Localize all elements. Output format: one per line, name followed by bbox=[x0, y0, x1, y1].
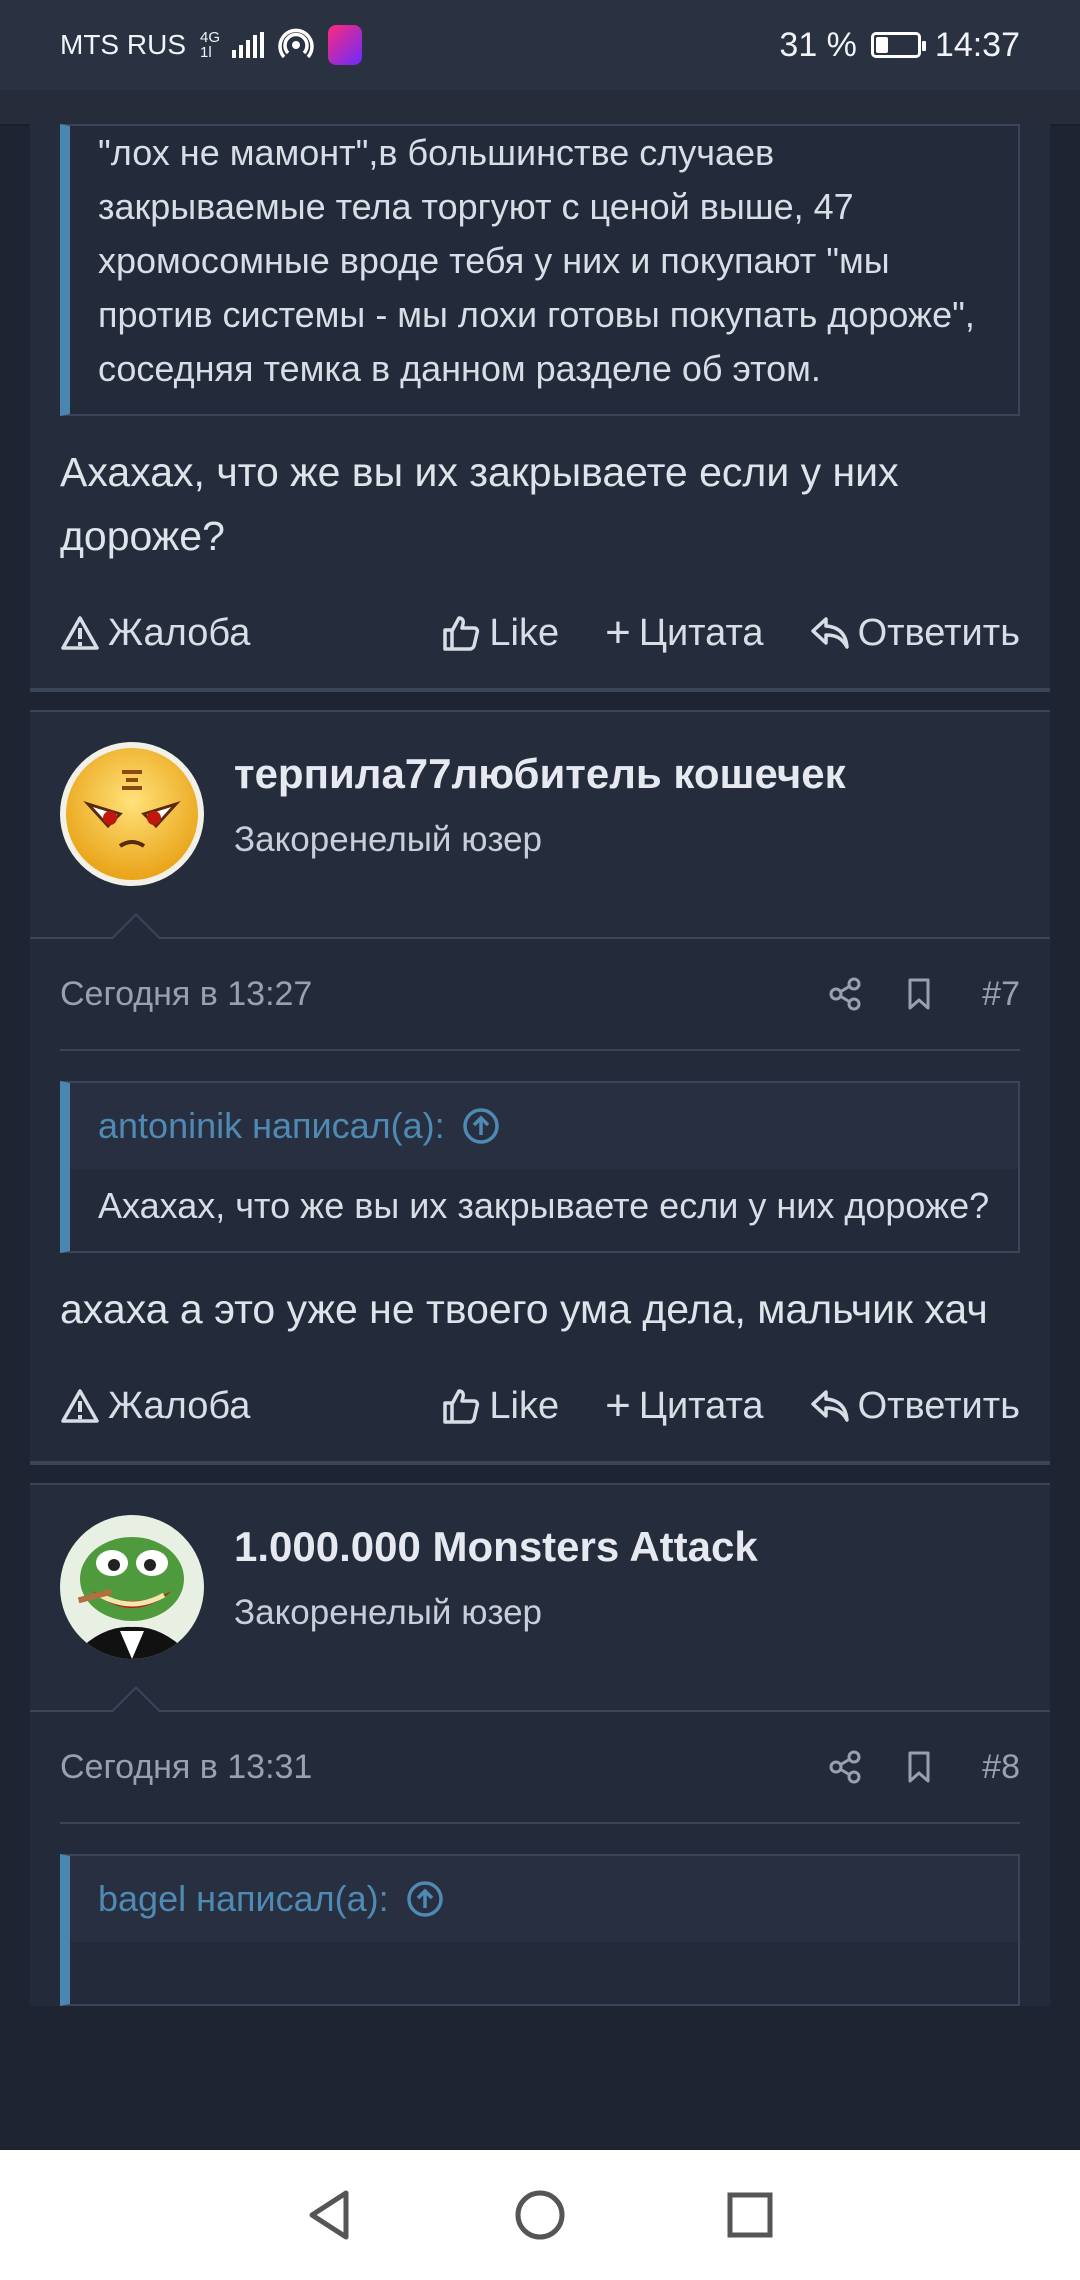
post-user: терпила77любитель кошечек Закоренелый юз… bbox=[30, 712, 1050, 940]
bookmark-icon bbox=[908, 978, 930, 1010]
share-icon bbox=[829, 1750, 861, 1784]
post-user: 1.000.000 Monsters Attack Закоренелый юз… bbox=[30, 1485, 1050, 1713]
quote-author[interactable]: bagel написал(а): bbox=[98, 1878, 389, 1920]
post-date[interactable]: Сегодня в 13:27 bbox=[60, 975, 312, 1014]
reply-button[interactable]: Ответить bbox=[810, 1385, 1020, 1428]
avatar[interactable] bbox=[60, 742, 204, 886]
quote-button[interactable]: + Цитата bbox=[605, 1381, 764, 1430]
plus-icon: + bbox=[605, 1381, 631, 1430]
user-notch bbox=[110, 1686, 162, 1713]
post-number[interactable]: #7 bbox=[982, 975, 1020, 1014]
username[interactable]: терпила77любитель кошечек bbox=[234, 750, 846, 798]
like-label: Like bbox=[489, 1384, 560, 1427]
post-date[interactable]: Сегодня в 13:31 bbox=[60, 1748, 312, 1787]
post-quote: "лох не мамонт",в большинстве случаев за… bbox=[60, 124, 1020, 416]
avatar[interactable] bbox=[60, 1515, 204, 1659]
like-label: Like bbox=[489, 611, 560, 654]
avatar-image bbox=[60, 1515, 204, 1659]
plus-icon: + bbox=[605, 608, 631, 657]
battery-icon bbox=[870, 32, 926, 58]
avatar-image bbox=[60, 742, 204, 886]
thumbs-up-icon bbox=[443, 1389, 480, 1424]
post-quote: antoninik написал(а): Ахахах, что же вы … bbox=[60, 1081, 1020, 1253]
network-type-bottom: 1l bbox=[200, 44, 212, 61]
hotspot-icon bbox=[278, 28, 314, 59]
status-left: MTS RUS 4G 1l bbox=[60, 25, 363, 65]
quote-text: Ахахах, что же вы их закрываете если у н… bbox=[98, 1185, 990, 1226]
post-actions: Жалоба Like + Цитата Ответить bbox=[30, 1351, 1050, 1461]
share-icon bbox=[829, 977, 861, 1011]
arrow-up-circle-icon[interactable] bbox=[461, 1106, 501, 1146]
arrow-up-circle-icon[interactable] bbox=[405, 1879, 445, 1919]
warning-icon bbox=[61, 1389, 99, 1423]
quote-button[interactable]: + Цитата bbox=[605, 608, 764, 657]
quote-text: "лох не мамонт",в большинстве случаев за… bbox=[98, 132, 975, 389]
report-button[interactable]: Жалоба bbox=[60, 1385, 250, 1428]
reply-label: Ответить bbox=[857, 611, 1020, 654]
post-text: Ахахах, что же вы их закрываете если у н… bbox=[60, 449, 899, 559]
network-type-top: 4G bbox=[200, 29, 221, 46]
reply-button[interactable]: Ответить bbox=[810, 612, 1020, 655]
signal-icon bbox=[232, 32, 265, 58]
system-nav-bar bbox=[0, 2150, 1080, 2280]
post: терпила77любитель кошечек Закоренелый юз… bbox=[30, 712, 1050, 1461]
header-strip bbox=[0, 90, 1080, 126]
carrier-label: MTS RUS bbox=[60, 29, 186, 60]
quote-header: bagel написал(а): bbox=[70, 1856, 1018, 1942]
reply-icon bbox=[810, 1390, 849, 1422]
like-button[interactable]: Like bbox=[441, 612, 559, 655]
home-icon[interactable] bbox=[510, 2185, 570, 2245]
quote-author[interactable]: antoninik написал(а): bbox=[98, 1105, 445, 1147]
share-button[interactable] bbox=[828, 977, 862, 1011]
bookmark-button[interactable] bbox=[902, 1750, 936, 1784]
quote-label: Цитата bbox=[638, 1384, 764, 1427]
user-notch bbox=[110, 913, 162, 940]
like-button[interactable]: Like bbox=[441, 1385, 559, 1428]
post-text: ахаха а это уже не твоего ума дела, маль… bbox=[60, 1286, 988, 1332]
post-actions: Жалоба Like + Цитата Ответить bbox=[30, 578, 1050, 688]
share-button[interactable] bbox=[828, 1750, 862, 1784]
report-label: Жалоба bbox=[108, 1384, 251, 1427]
back-icon[interactable] bbox=[300, 2185, 360, 2245]
clock: 14:37 bbox=[934, 25, 1020, 64]
battery-percent: 31 % bbox=[779, 25, 857, 64]
app-notification-icon bbox=[328, 25, 363, 65]
quote-header: antoninik написал(а): bbox=[70, 1083, 1018, 1169]
status-bar: MTS RUS 4G 1l 31 % 14:37 bbox=[0, 0, 1080, 90]
reply-icon bbox=[810, 617, 849, 649]
post-number[interactable]: #8 bbox=[982, 1748, 1020, 1787]
reply-label: Ответить bbox=[857, 1384, 1020, 1427]
post-quote: bagel написал(а): bbox=[60, 1854, 1020, 2006]
recents-icon[interactable] bbox=[720, 2185, 780, 2245]
report-label: Жалоба bbox=[108, 611, 251, 654]
thumbs-up-icon bbox=[443, 616, 480, 651]
username[interactable]: 1.000.000 Monsters Attack bbox=[234, 1523, 758, 1571]
report-button[interactable]: Жалоба bbox=[60, 612, 250, 655]
user-title: Закоренелый юзер bbox=[234, 820, 543, 859]
bookmark-icon bbox=[908, 1751, 930, 1783]
bookmark-button[interactable] bbox=[902, 977, 936, 1011]
post: "лох не мамонт",в большинстве случаев за… bbox=[30, 124, 1050, 688]
post-meta: Сегодня в 13:31 #8 bbox=[60, 1712, 1020, 1824]
network-type: 4G 1l bbox=[200, 30, 220, 60]
user-title: Закоренелый юзер bbox=[234, 1593, 543, 1632]
thread-content: "лох не мамонт",в большинстве случаев за… bbox=[30, 124, 1050, 2006]
warning-icon bbox=[61, 616, 99, 650]
status-right: 31 % 14:37 bbox=[779, 26, 1020, 65]
post: 1.000.000 Monsters Attack Закоренелый юз… bbox=[30, 1485, 1050, 2006]
quote-label: Цитата bbox=[638, 611, 764, 654]
post-meta: Сегодня в 13:27 #7 bbox=[60, 939, 1020, 1051]
